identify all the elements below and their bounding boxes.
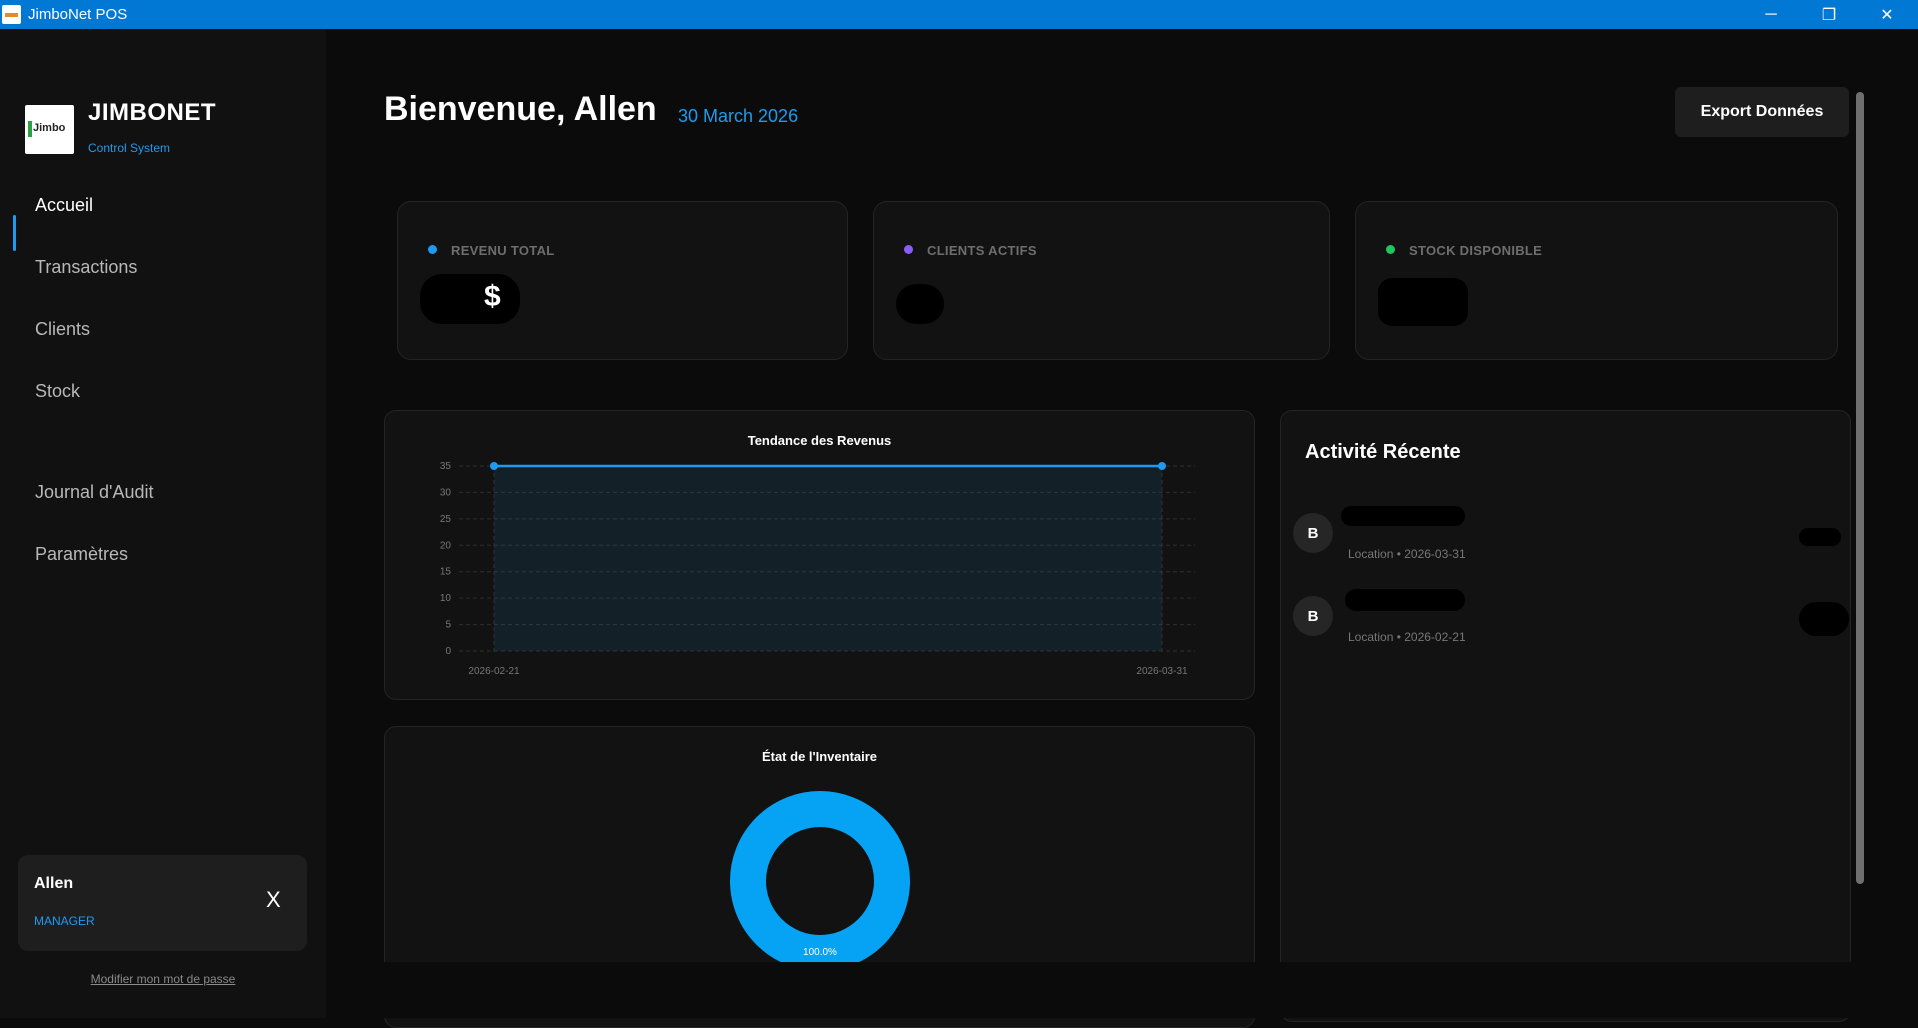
stat-value: $ [484,280,501,313]
y-tick-label: 0 [445,646,451,657]
app-icon [2,5,21,24]
export-button-label: Export Données [1700,103,1824,120]
status-dot [1386,245,1395,254]
export-button[interactable]: Export Données [1675,87,1849,137]
status-dot [904,245,913,254]
nav-item-accueil[interactable]: Accueil [35,195,93,216]
stat-label: REVENU TOTAL [451,243,555,258]
recent-activity-panel: Activité Récente B Location • 2026-03-31… [1280,410,1851,1022]
y-tick-label: 15 [440,567,452,578]
y-tick-label: 20 [440,540,452,551]
window-title: JimboNet POS [28,6,128,23]
user-role: MANAGER [34,914,95,928]
redacted-amount [1799,528,1841,546]
revenue-chart: 0 5 10 15 20 25 30 35 2026-02-21 2026-03-31 [440,461,1195,677]
activity-avatar: B [1293,513,1333,553]
y-tick-label: 5 [445,620,451,631]
nav-item-parametres[interactable]: Paramètres [35,544,128,565]
stat-card-clients: CLIENTS ACTIFS [873,201,1330,360]
close-button[interactable]: ✕ [1858,0,1916,29]
revenue-chart-panel: Tendance des Revenus 0 5 10 15 20 25 30 35 2026-… [384,410,1255,700]
x-tick-label: 2026-02-21 [468,666,520,677]
redacted-value [896,284,944,324]
stat-card-stock: STOCK DISPONIBLE [1355,201,1838,360]
slice-label: 100.0% [803,947,837,958]
pie-slice [730,791,910,971]
activity-subtitle: Location • 2026-02-21 [1348,630,1466,644]
scrollbar-thumb[interactable] [1856,92,1864,884]
activity-avatar: B [1293,596,1333,636]
activity-subtitle: Location • 2026-03-31 [1348,547,1466,561]
brand-name: JIMBONET [88,99,217,126]
data-point [490,462,498,470]
data-point [1158,462,1166,470]
scrollbar[interactable] [1856,92,1864,884]
y-tick-label: 25 [440,514,452,525]
redacted-text [1341,506,1465,526]
avatar-initial: B [1307,524,1319,542]
x-tick-label: 2026-03-31 [1136,666,1188,677]
nav-item-clients[interactable]: Clients [35,319,90,340]
redacted-amount [1799,602,1849,636]
close-icon: ✕ [1880,6,1894,24]
company-logo: Jimbo [25,105,74,154]
logo-stripe [28,121,32,137]
minimize-icon: ─ [1765,5,1777,23]
nav-item-transactions[interactable]: Transactions [35,257,137,278]
y-tick-label: 10 [440,593,452,604]
user-name: Allen [34,875,74,892]
activity-title: Activité Récente [1305,441,1461,463]
user-card: Allen MANAGER X [18,855,307,951]
current-date: 30 March 2026 [678,106,799,126]
stat-label: STOCK DISPONIBLE [1409,243,1543,258]
restore-icon: ❐ [1821,6,1837,24]
nav-item-stock[interactable]: Stock [35,381,80,402]
status-dot [428,245,437,254]
bottom-strip [326,962,1918,1018]
redacted-value [1378,278,1468,326]
stat-label: CLIENTS ACTIFS [927,243,1037,258]
stat-card-revenue: REVENU TOTAL $ [397,201,848,360]
page-title: Bienvenue, Allen [384,90,657,128]
avatar-initial: B [1307,607,1319,625]
logo-text: Jimbo [33,122,66,134]
active-nav-indicator [13,215,16,251]
window-titlebar: JimboNet POS ─ ❐ ✕ [0,0,1918,29]
nav-item-journal-audit[interactable]: Journal d'Audit [35,482,154,503]
brand-subtitle: Control System [88,141,171,155]
minimize-button[interactable]: ─ [1742,0,1800,29]
change-password-link[interactable]: Modifier mon mot de passe [0,972,326,986]
y-tick-label: 30 [440,487,452,498]
logout-button[interactable]: X [266,887,281,913]
y-tick-label: 35 [440,461,452,472]
sidebar: Jimbo JIMBONET Control System Accueil Tr… [0,29,326,1018]
restore-button[interactable]: ❐ [1800,0,1858,29]
redacted-text [1345,589,1465,611]
series-area [494,466,1162,651]
redacted-value [420,274,520,324]
